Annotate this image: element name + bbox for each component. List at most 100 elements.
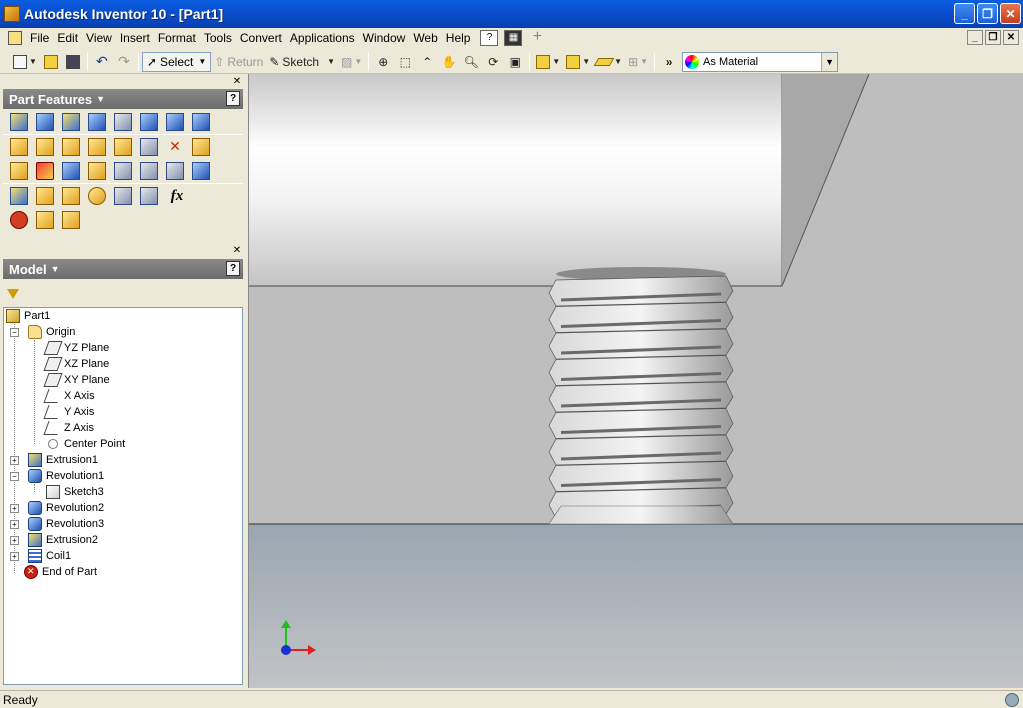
menu-tools[interactable]: Tools: [200, 28, 236, 48]
tree-item-x-axis[interactable]: X Axis: [43, 388, 95, 404]
menu-view[interactable]: View: [82, 28, 116, 48]
model-header[interactable]: Model ▼ ?: [3, 259, 243, 279]
rib-web-icon[interactable]: [62, 138, 80, 156]
expand-icon[interactable]: +: [10, 519, 19, 529]
model-close-icon[interactable]: ✕: [232, 246, 242, 256]
zoom-selected-button[interactable]: 🔍︎: [460, 52, 482, 72]
tree-item-yz-plane[interactable]: YZ Plane: [43, 340, 109, 356]
mirror-icon[interactable]: [166, 162, 184, 180]
model-help-icon[interactable]: ?: [226, 261, 240, 276]
tree-item-extrusion2[interactable]: + Extrusion2: [10, 532, 98, 548]
expand-icon[interactable]: +: [10, 535, 19, 545]
select-button[interactable]: ➚ Select ▼: [141, 51, 212, 72]
chamfer-icon[interactable]: [114, 138, 132, 156]
look-at-button[interactable]: ▣: [504, 52, 526, 72]
tree-item-coil1[interactable]: + Coil1: [10, 548, 71, 564]
update-button[interactable]: ▨ ▼: [338, 52, 365, 72]
delete-face-icon[interactable]: ✕: [166, 138, 184, 156]
menu-web[interactable]: Web: [409, 28, 441, 48]
zoom-all-button[interactable]: ⊕: [372, 52, 394, 72]
coil-icon[interactable]: [192, 113, 210, 131]
tree-item-end-of-part[interactable]: End of Part: [24, 564, 97, 580]
open-button[interactable]: [40, 52, 62, 72]
expand-icon[interactable]: +: [10, 503, 19, 513]
collapse-icon[interactable]: −: [10, 327, 19, 337]
add-icon[interactable]: +: [528, 29, 546, 46]
material-dropdown-icon[interactable]: ▼: [821, 52, 838, 71]
part-features-help-icon[interactable]: ?: [226, 91, 240, 106]
sketch-button[interactable]: ✎ Sketch ▼: [266, 52, 338, 72]
threaded-shaft[interactable]: [548, 267, 734, 525]
close-button[interactable]: ✕: [1000, 3, 1021, 24]
face-draft-icon[interactable]: [140, 138, 158, 156]
section-button[interactable]: ⊞ ▼: [625, 52, 651, 72]
ground-shadow-button[interactable]: ▼: [593, 52, 625, 72]
menu-convert[interactable]: Convert: [236, 28, 286, 48]
loft-icon[interactable]: [140, 113, 158, 131]
tree-item-xy-plane[interactable]: XY Plane: [43, 372, 110, 388]
mirror-feature-icon[interactable]: [192, 162, 210, 180]
create-ifeature-icon[interactable]: [140, 187, 158, 205]
thicken-icon[interactable]: [62, 162, 80, 180]
return-to-top-button[interactable]: »: [658, 52, 680, 72]
tree-item-revolution2[interactable]: + Revolution2: [10, 500, 104, 516]
tree-item-y-axis[interactable]: Y Axis: [43, 404, 94, 420]
rib-icon[interactable]: [114, 113, 132, 131]
tree-item-revolution3[interactable]: + Revolution3: [10, 516, 104, 532]
circular-pattern-icon[interactable]: [140, 162, 158, 180]
fillet-icon[interactable]: [88, 138, 106, 156]
pan-button[interactable]: ✋: [438, 52, 460, 72]
inventor-app-icon[interactable]: [4, 6, 20, 22]
tree-item-sketch3[interactable]: Sketch3: [46, 484, 104, 500]
graphics-viewport[interactable]: [248, 74, 1023, 688]
menu-file[interactable]: File: [26, 28, 53, 48]
minimize-button[interactable]: _: [954, 3, 975, 24]
revolve-icon[interactable]: [36, 113, 54, 131]
zoom-button[interactable]: ⌃: [416, 52, 438, 72]
decal-icon[interactable]: [36, 162, 54, 180]
info-icon[interactable]: [62, 211, 80, 229]
menu-applications[interactable]: Applications: [286, 28, 359, 48]
camera-button[interactable]: ▼: [563, 52, 593, 72]
tree-item-extrusion1[interactable]: + Extrusion1: [10, 452, 98, 468]
redo-button[interactable]: ↷: [113, 52, 135, 72]
restore-button[interactable]: ❐: [977, 3, 998, 24]
menu-edit[interactable]: Edit: [53, 28, 82, 48]
menu-help[interactable]: Help: [442, 28, 475, 48]
work-plane-icon[interactable]: [10, 187, 28, 205]
derived-component-icon[interactable]: [36, 138, 54, 156]
menu-window[interactable]: Window: [359, 28, 410, 48]
new-button[interactable]: ▼: [10, 52, 40, 72]
insert-ifeature-icon[interactable]: [36, 211, 54, 229]
doc-minimize-button[interactable]: _: [967, 30, 983, 45]
part-features-close-icon[interactable]: ✕: [232, 77, 242, 87]
material-select[interactable]: As Material ▼: [682, 51, 839, 72]
rotate-button[interactable]: ⟳: [482, 52, 504, 72]
expand-icon[interactable]: +: [10, 455, 19, 465]
document-icon[interactable]: [8, 31, 22, 45]
zoom-window-button[interactable]: ⬚: [394, 52, 416, 72]
work-point-icon[interactable]: [88, 187, 106, 205]
user-coordinate-icon[interactable]: [62, 187, 80, 205]
menu-insert[interactable]: Insert: [116, 28, 154, 48]
menu-format[interactable]: Format: [154, 28, 200, 48]
emboss-icon[interactable]: [10, 138, 28, 156]
undo-button[interactable]: ↶: [91, 52, 113, 72]
tree-item-part1[interactable]: Part1: [6, 308, 50, 324]
tree-item-z-axis[interactable]: Z Axis: [43, 420, 94, 436]
filter-icon[interactable]: [7, 289, 19, 299]
stop-sign-icon[interactable]: [10, 211, 28, 229]
thread-icon[interactable]: [10, 162, 28, 180]
network-status-icon[interactable]: [1005, 693, 1019, 707]
hole-icon[interactable]: [62, 113, 80, 131]
parameters-fx-icon[interactable]: fx: [166, 188, 188, 205]
tree-item-origin[interactable]: − Origin: [10, 324, 75, 340]
tree-item-revolution1[interactable]: − Revolution1: [10, 468, 104, 484]
expand-icon[interactable]: +: [10, 551, 19, 561]
tree-item-center-point[interactable]: Center Point: [46, 436, 125, 452]
return-button[interactable]: ⇧ Return: [211, 52, 266, 72]
part-features-header[interactable]: Part Features ▼ ?: [3, 89, 243, 109]
display-mode-button[interactable]: ▼: [533, 52, 563, 72]
doc-restore-button[interactable]: ❐: [985, 30, 1001, 45]
extrude-icon[interactable]: [10, 113, 28, 131]
